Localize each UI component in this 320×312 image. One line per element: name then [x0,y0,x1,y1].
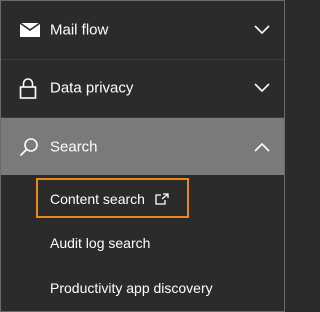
chevron-down-icon[interactable] [254,25,270,35]
sub-item-productivity-app-discovery[interactable]: Productivity app discovery [50,280,213,296]
chevron-up-icon[interactable] [254,142,270,152]
nav-item-search[interactable]: Search [1,118,284,175]
lock-icon [19,77,37,99]
nav-item-mail-flow[interactable]: Mail flow [1,1,284,59]
chevron-down-icon[interactable] [254,83,270,93]
navigation-panel: Mail flow Data privacy Search Content se… [0,0,285,312]
sub-item-audit-log-search[interactable]: Audit log search [50,235,150,251]
search-icon [19,137,39,157]
nav-item-label: Mail flow [50,21,109,39]
external-link-icon [155,193,169,205]
nav-item-label: Data privacy [50,79,134,97]
nav-item-label: Search [50,138,98,155]
nav-item-data-privacy[interactable]: Data privacy [1,59,284,117]
sub-item-content-search[interactable]: Content search [50,191,145,207]
mail-icon [19,22,41,38]
